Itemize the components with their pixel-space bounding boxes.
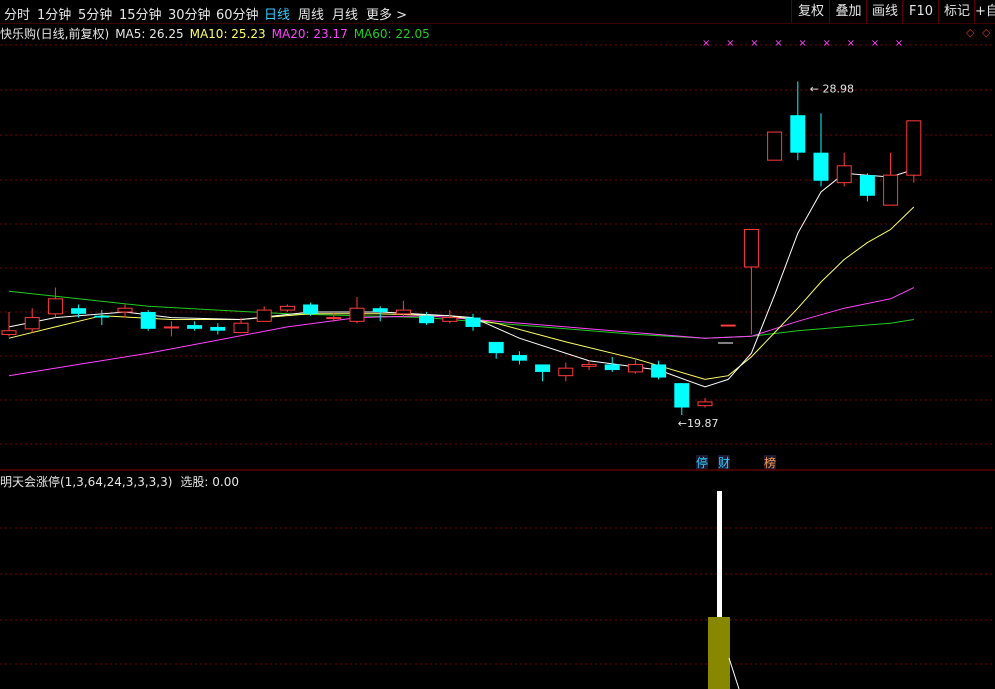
diamond-icon[interactable]: ◇ [966,26,974,39]
candle-body-down [94,315,110,318]
tab-weekly[interactable]: 周线 [298,4,324,23]
candle-body-down [210,326,226,331]
mark-button[interactable]: 标记 [938,0,975,23]
ma20-line [8,287,915,377]
candle-body-down [790,115,806,153]
candle-body-up [743,229,759,268]
signal-marker: × [702,38,710,49]
tab-30min[interactable]: 30分钟 [168,4,211,23]
tab-more[interactable]: 更多 > [366,4,407,23]
signal-marker: × [750,38,758,49]
candle-body-down [535,364,551,372]
high-price-label: ← 28.98 [810,82,854,95]
candle-body-down [71,308,87,314]
candle-body-up [697,401,713,407]
moving-average-lines [8,169,915,388]
diamond-icon-2[interactable]: ◇ [982,26,990,39]
candle-body-down [813,152,829,181]
ma20-value: MA20: 23.17 [271,27,348,41]
draw-button[interactable]: 画线 [866,0,903,23]
candle-body-up [24,317,40,330]
candle-body-up [326,317,342,320]
ma10-value: MA10: 25.23 [189,27,266,41]
candle-body-up [395,309,411,315]
period-toolbar: 分时 1分钟 5分钟 15分钟 30分钟 60分钟 日线 周线 月线 更多 > … [0,0,995,24]
candle-body-down [372,308,388,312]
candle-body-up [279,305,295,311]
tab-monthly[interactable]: 月线 [332,4,358,23]
candle-body-up [47,298,63,315]
candle-body-down [859,175,875,196]
stock-title: 快乐购(日线,前复权) [0,27,110,41]
ma5-value: MA5: 26.25 [115,27,184,41]
candle-body-down [604,364,620,371]
candle-body-up [163,326,179,329]
tab-1min[interactable]: 1分钟 [37,4,71,23]
candle-body-down [674,383,690,408]
tab-5min[interactable]: 5分钟 [78,4,112,23]
adjust-button[interactable]: 复权 [791,0,830,23]
tab-60min[interactable]: 60分钟 [216,4,259,23]
indicator-curve [728,657,740,689]
signal-marker: × [726,38,734,49]
candle-body-up [558,367,574,377]
signal-marker: × [871,38,879,49]
signal-marker: × [823,38,831,49]
low-price-label: ←19.87 [678,417,719,430]
candle-body-up [256,309,272,322]
candle-body-up [349,307,365,322]
candlestick-chart[interactable]: ← 28.98 ←19.87 × × × × × × × × × 停财 榜 [0,0,995,689]
ma-info-line: 快乐购(日线,前复权) MA5: 26.25 MA10: 25.23 MA20: 23… [0,25,436,41]
candle-body-down [140,311,156,329]
indicator-title: 明天会涨停(1,3,64,24,3,3,3,3) [0,475,173,489]
candle-body-up [233,322,249,334]
grid-lines [0,44,995,665]
candle-body-up [117,307,133,313]
f10-button[interactable]: F10 [902,0,939,23]
candle-body-up [442,317,458,322]
candle-body-down [187,325,203,329]
signal-marker: × [798,38,806,49]
event-marker-label: 停 [696,455,708,470]
ma60-value: MA60: 22.05 [353,27,430,41]
candle-body-down [419,315,435,324]
candle-body-down [303,304,319,314]
candle-body-up [836,165,852,184]
signal-marker: × [774,38,782,49]
overlay-button[interactable]: 叠加 [829,0,867,23]
candle-body-down [465,317,481,327]
candle-body-up [906,120,922,176]
event-marker-label: 财 [718,456,730,470]
candle-body-down [511,355,527,361]
candle-body-up [767,131,783,161]
add-watchlist-button[interactable]: +自 [974,0,995,23]
indicator-select-value: 选股: 0.00 [180,475,239,489]
tab-daily[interactable]: 日线 [264,4,290,23]
signal-marker: × [847,38,855,49]
tab-intraday[interactable]: 分时 [4,4,30,23]
indicator-title-line: 明天会涨停(1,3,64,24,3,3,3,3) 选股: 0.00 [0,473,247,490]
indicator-signal-line [717,491,722,618]
event-marker-label: 榜 [764,455,776,470]
indicator-panel [708,342,740,689]
candle-body-up [581,363,597,367]
candle-body-down [488,341,504,354]
ma5-line [8,169,914,388]
signal-marker: × [895,38,903,49]
candle-body-up [883,174,899,206]
candle-body-up [1,330,17,335]
candles [1,81,922,416]
candle-body-up [720,324,736,327]
candle-body-down [651,364,667,378]
candle-body-up [627,363,643,373]
tab-15min[interactable]: 15分钟 [119,4,162,23]
indicator-bar [708,617,730,689]
